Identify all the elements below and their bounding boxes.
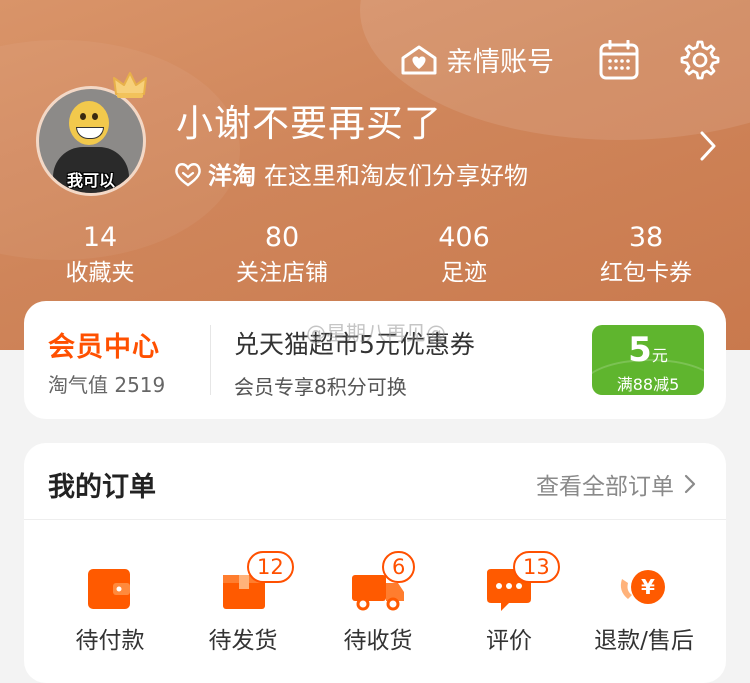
- chevron-right-icon[interactable]: [698, 130, 718, 162]
- stat-label: 收藏夹: [65, 260, 135, 286]
- stat-label: 关注店铺: [236, 260, 328, 286]
- member-center-card[interactable]: 会员中心 淘气值 2519 兑天猫超市5元优惠券 会员专享8积分可换 @星期八再…: [24, 301, 726, 419]
- settings-button[interactable]: [678, 38, 722, 82]
- coupon-subtitle: 会员专享8积分可换: [234, 375, 407, 399]
- taoqi-value: 淘气值 2519: [48, 373, 166, 397]
- view-all-orders-label: 查看全部订单: [536, 474, 674, 500]
- stat-coupons[interactable]: 38 红包卡券: [561, 222, 731, 290]
- chevron-right-icon: [684, 474, 696, 494]
- order-pending-payment[interactable]: 待付款: [45, 561, 175, 655]
- stat-favorites[interactable]: 14 收藏夹: [15, 222, 185, 290]
- yangtao-slogan[interactable]: 洋淘 在这里和淘友们分享好物: [174, 156, 528, 191]
- slogan-brand: 洋淘: [208, 162, 256, 190]
- order-label: 评价: [486, 628, 532, 654]
- family-account-button[interactable]: 亲情账号: [400, 40, 554, 79]
- avatar-caption: 我可以: [66, 171, 115, 190]
- stat-label: 足迹: [441, 260, 487, 286]
- stat-value: 38: [628, 222, 664, 253]
- calendar-icon: [599, 40, 639, 80]
- order-to-review[interactable]: 13 评价: [444, 551, 574, 655]
- order-count-badge: 13: [513, 551, 560, 583]
- order-count-badge: 12: [247, 551, 294, 583]
- avatar[interactable]: 我可以: [36, 86, 146, 196]
- order-pending-shipment[interactable]: 12 待发货: [178, 551, 308, 655]
- stat-value: 406: [438, 222, 490, 253]
- yangtao-logo-icon: [175, 162, 201, 187]
- watermark: @星期八再见@: [306, 321, 446, 345]
- stat-footprints[interactable]: 406 足迹: [379, 222, 549, 290]
- order-refund-aftersale[interactable]: ¥ 退款/售后: [579, 561, 709, 655]
- order-pending-receipt[interactable]: 6 待收货: [313, 551, 443, 655]
- family-account-label: 亲情账号: [446, 47, 554, 78]
- user-name[interactable]: 小谢不要再买了: [176, 93, 442, 147]
- refund-icon: ¥: [620, 570, 665, 604]
- view-all-orders-link[interactable]: 查看全部订单: [536, 467, 696, 501]
- stat-value: 80: [264, 222, 300, 253]
- coupon-amount: 5: [628, 330, 652, 370]
- member-center-title[interactable]: 会员中心: [48, 325, 160, 364]
- order-count-badge: 6: [382, 551, 416, 583]
- order-label: 待发货: [208, 628, 278, 654]
- home-heart-icon: [401, 45, 437, 74]
- stat-label: 红包卡券: [600, 260, 692, 286]
- order-label: 退款/售后: [594, 628, 694, 654]
- slogan-text: 在这里和淘友们分享好物: [264, 162, 528, 190]
- order-label: 待付款: [75, 628, 145, 654]
- coupon-unit: 元: [651, 346, 668, 365]
- stat-followed-shops[interactable]: 80 关注店铺: [197, 222, 367, 290]
- gear-icon: [680, 40, 720, 80]
- calendar-button[interactable]: [598, 40, 640, 82]
- wallet-icon: [88, 569, 130, 609]
- coupon-rule: 满88减5: [616, 375, 680, 394]
- order-label: 待收货: [343, 628, 413, 654]
- crown-icon: [113, 72, 147, 98]
- stat-value: 14: [82, 222, 118, 253]
- divider: [24, 519, 726, 520]
- coupon-badge[interactable]: 5元 满88减5: [592, 325, 704, 395]
- svg-text:¥: ¥: [641, 575, 655, 599]
- divider: [210, 325, 211, 395]
- orders-title: 我的订单: [48, 472, 156, 503]
- orders-card: 我的订单 查看全部订单 待付款 12 待发货 6 待收货 13 评价 ¥ 退款/…: [24, 443, 726, 683]
